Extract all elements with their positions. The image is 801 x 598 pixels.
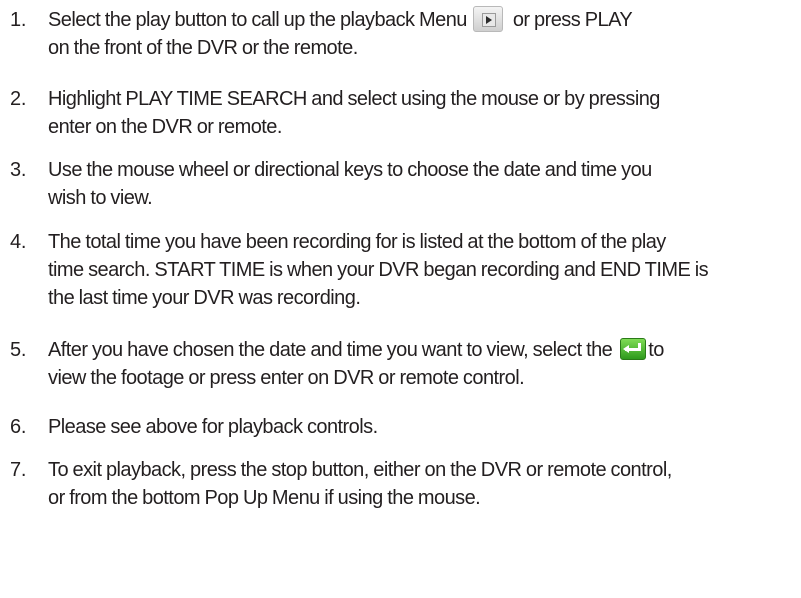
step-line: wish to view. <box>48 187 153 209</box>
step-line: time search. START TIME is when your DVR… <box>48 259 709 281</box>
step-line: view the footage or press enter on DVR o… <box>48 367 525 389</box>
step-line: on the front of the DVR or the remote. <box>48 37 358 59</box>
step-line: the last time your DVR was recording. <box>48 287 361 309</box>
step-text-segment: After you have chosen the date and time … <box>48 339 613 361</box>
step-text: Select the play button to call up the pl… <box>48 5 796 62</box>
step-line: Use the mouse wheel or directional keys … <box>48 159 652 181</box>
step-number: 3. <box>10 159 27 181</box>
step-line: enter on the DVR or remote. <box>48 116 282 138</box>
step-text: Highlight PLAY TIME SEARCH and select us… <box>48 85 796 141</box>
step-text: Use the mouse wheel or directional keys … <box>48 156 796 212</box>
step-line: Select the play button to call up the pl… <box>48 5 796 34</box>
step-line: After you have chosen the date and time … <box>48 336 796 364</box>
step-number: 5. <box>10 339 27 361</box>
enter-arrow-icon <box>620 337 647 360</box>
step-text: Please see above for playback controls. <box>48 413 796 441</box>
step-number: 4. <box>10 231 27 253</box>
step-line: The total time you have been recording f… <box>48 231 666 253</box>
step-number: 2. <box>10 88 27 110</box>
step-text: After you have chosen the date and time … <box>48 336 796 392</box>
step-text-segment: Select the play button to call up the pl… <box>48 9 467 31</box>
step-line: Please see above for playback controls. <box>48 416 378 438</box>
step-line: Highlight PLAY TIME SEARCH and select us… <box>48 88 660 110</box>
step-text: To exit playback, press the stop button,… <box>48 456 796 512</box>
step-number: 7. <box>10 459 27 481</box>
enter-arrow-tail <box>638 342 642 351</box>
play-button-icon <box>472 5 503 32</box>
step-text: The total time you have been recording f… <box>48 228 796 312</box>
step-number: 1. <box>10 9 27 31</box>
step-number: 6. <box>10 416 27 438</box>
step-line: To exit playback, press the stop button,… <box>48 459 672 481</box>
step-line: or from the bottom Pop Up Menu if using … <box>48 487 481 509</box>
step-text-segment: to <box>648 339 664 361</box>
step-text-segment: or press PLAY <box>512 9 633 31</box>
